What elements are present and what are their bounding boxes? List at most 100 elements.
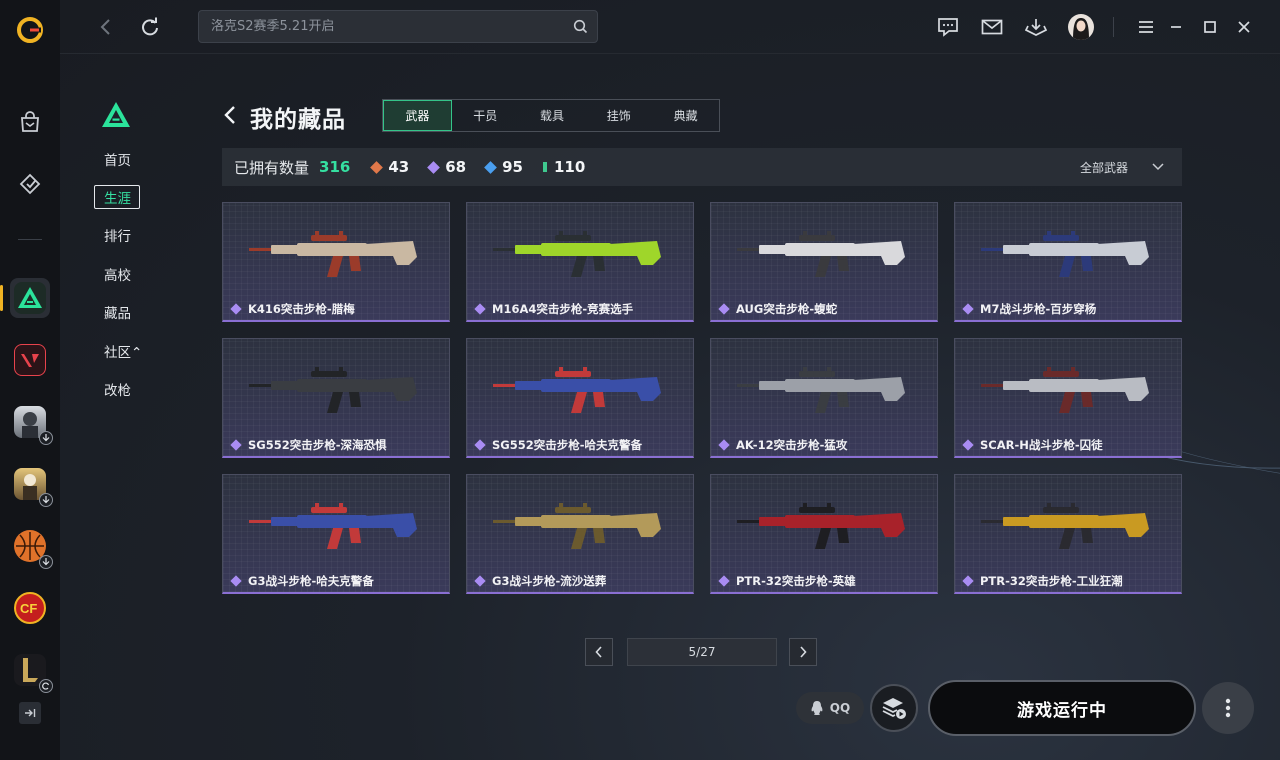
weapon-card[interactable]: SG552突击步枪-哈夫克警备 bbox=[466, 338, 694, 458]
owned-count-label: 已拥有数量 bbox=[234, 158, 310, 177]
update-icon bbox=[39, 679, 53, 693]
weapon-label: AUG突击步枪-蝮蛇 bbox=[736, 302, 838, 316]
tab-weapons[interactable]: 武器 bbox=[383, 100, 452, 131]
weapon-card[interactable]: G3战斗步枪-哈夫克警备 bbox=[222, 474, 450, 594]
launch-game-button[interactable]: 游戏运行中 bbox=[928, 680, 1196, 736]
weapon-image bbox=[737, 503, 905, 549]
collapse-rail-icon[interactable] bbox=[19, 702, 41, 724]
search-input[interactable] bbox=[211, 19, 563, 34]
page-indicator: 5/27 bbox=[627, 638, 777, 666]
library-button[interactable] bbox=[870, 684, 918, 732]
filter-selected-value: 全部武器 bbox=[1079, 160, 1128, 175]
weapon-name: SG552突击步枪-哈夫克警备 bbox=[473, 437, 642, 453]
weapon-filter-dropdown[interactable]: 全部武器 bbox=[1080, 148, 1164, 186]
mail-icon[interactable] bbox=[980, 15, 1004, 39]
weapon-name: PTR-32突击步枪-英雄 bbox=[717, 573, 856, 589]
weapon-name: M7战斗步枪-百步穿杨 bbox=[961, 301, 1096, 317]
rarity-gem-icon bbox=[230, 303, 242, 315]
weapon-card[interactable]: M7战斗步枪-百步穿杨 bbox=[954, 202, 1182, 322]
back-icon[interactable] bbox=[94, 15, 118, 39]
game-crossfire-icon[interactable]: CF bbox=[10, 588, 50, 628]
weapon-label: M16A4突击步枪-竞赛选手 bbox=[492, 302, 634, 316]
qq-login-button[interactable]: QQ bbox=[796, 692, 864, 724]
weapon-image bbox=[493, 367, 661, 413]
chat-icon[interactable] bbox=[936, 15, 960, 39]
tier-count: 68 bbox=[445, 158, 467, 176]
rarity-gem-icon bbox=[962, 439, 974, 451]
maximize-icon[interactable] bbox=[1198, 15, 1222, 39]
chevron-right-icon bbox=[800, 646, 807, 658]
game-league-of-legends-icon[interactable] bbox=[10, 650, 53, 693]
subnav-item-ranking[interactable]: 排行 bbox=[90, 223, 144, 247]
sub-nav: 首页 生涯 排行 高校 藏品 社区⌃ 改枪 bbox=[60, 54, 210, 760]
weapon-grid: K416突击步枪-腊梅 M16A4突击步枪-竞赛选手 AUG突击步枪-蝮蛇 M7战斗步… bbox=[222, 202, 1182, 594]
discover-icon[interactable] bbox=[10, 164, 50, 204]
tab-vehicles[interactable]: 载具 bbox=[519, 100, 586, 131]
subnav-item-collection[interactable]: 藏品 bbox=[90, 300, 144, 324]
weapon-image bbox=[249, 231, 417, 277]
prev-page-button[interactable] bbox=[585, 638, 613, 666]
weapon-name: G3战斗步枪-流沙送葬 bbox=[473, 573, 606, 589]
weapon-label: G3战斗步枪-流沙送葬 bbox=[492, 574, 607, 588]
weapon-label: SG552突击步枪-哈夫克警备 bbox=[492, 438, 642, 452]
weapon-card[interactable]: SCAR-H战斗步枪-囚徒 bbox=[954, 338, 1182, 458]
rail-divider bbox=[18, 239, 42, 240]
game-basketball-icon[interactable] bbox=[10, 526, 53, 569]
weapon-name: G3战斗步枪-哈夫克警备 bbox=[229, 573, 374, 589]
weapon-image bbox=[249, 503, 417, 549]
rarity-gem-icon bbox=[962, 575, 974, 587]
weapon-image bbox=[493, 503, 661, 549]
search-icon[interactable] bbox=[563, 19, 597, 34]
game-pubg-mobile-icon[interactable] bbox=[10, 402, 53, 445]
weapon-card[interactable]: PTR-32突击步枪-工业狂潮 bbox=[954, 474, 1182, 594]
weapon-card[interactable]: AUG突击步枪-蝮蛇 bbox=[710, 202, 938, 322]
tab-operators[interactable]: 干员 bbox=[452, 100, 519, 131]
subnav-item-gunsmith[interactable]: 改枪 bbox=[90, 377, 144, 401]
minimize-icon[interactable] bbox=[1164, 15, 1188, 39]
weapon-label: SG552突击步枪-深海恐惧 bbox=[248, 438, 387, 452]
game-rail: CF bbox=[0, 0, 60, 760]
tier-count: 43 bbox=[388, 158, 410, 176]
game-delta-force-icon[interactable] bbox=[10, 278, 50, 318]
more-options-button[interactable] bbox=[1202, 682, 1254, 734]
weapon-card[interactable]: M16A4突击步枪-竞赛选手 bbox=[466, 202, 694, 322]
tab-charms[interactable]: 挂饰 bbox=[585, 100, 652, 131]
weapon-label: G3战斗步枪-哈夫克警备 bbox=[248, 574, 374, 588]
weapon-name: AUG突击步枪-蝮蛇 bbox=[717, 301, 837, 317]
more-vertical-icon bbox=[1225, 698, 1231, 718]
weapon-label: PTR-32突击步枪-英雄 bbox=[736, 574, 856, 588]
app-logo-icon[interactable] bbox=[10, 10, 50, 50]
avatar[interactable] bbox=[1068, 14, 1094, 40]
stack-play-icon bbox=[882, 698, 906, 719]
weapon-card[interactable]: AK-12突击步枪-猛攻 bbox=[710, 338, 938, 458]
download-icon bbox=[39, 493, 53, 507]
download-icon bbox=[39, 431, 53, 445]
close-icon[interactable] bbox=[1232, 15, 1256, 39]
page-back-icon[interactable] bbox=[222, 104, 242, 128]
tab-collectibles[interactable]: 典藏 bbox=[652, 100, 719, 131]
search-box[interactable] bbox=[198, 10, 598, 43]
weapon-card[interactable]: PTR-32突击步枪-英雄 bbox=[710, 474, 938, 594]
rarity-gem-icon bbox=[230, 439, 242, 451]
refresh-icon[interactable] bbox=[138, 15, 162, 39]
weapon-image bbox=[981, 231, 1149, 277]
game-valorant-icon[interactable] bbox=[10, 340, 50, 380]
weapon-image bbox=[737, 367, 905, 413]
subnav-item-career[interactable]: 生涯 bbox=[94, 185, 140, 209]
weapon-card[interactable]: G3战斗步枪-流沙送葬 bbox=[466, 474, 694, 594]
weapon-name: M16A4突击步枪-竞赛选手 bbox=[473, 301, 633, 317]
rarity-gem-icon bbox=[474, 303, 486, 315]
menu-icon[interactable] bbox=[1134, 15, 1158, 39]
subnav-item-college[interactable]: 高校 bbox=[90, 262, 144, 286]
next-page-button[interactable] bbox=[789, 638, 817, 666]
rarity-gem-icon bbox=[474, 575, 486, 587]
weapon-card[interactable]: SG552突击步枪-深海恐惧 bbox=[222, 338, 450, 458]
game-pubg-icon[interactable] bbox=[10, 464, 53, 507]
subnav-item-community[interactable]: 社区⌃ bbox=[90, 339, 144, 363]
weapon-name: SCAR-H战斗步枪-囚徒 bbox=[961, 437, 1103, 453]
tier-count: 110 bbox=[553, 158, 586, 176]
download-manager-icon[interactable] bbox=[1024, 15, 1048, 39]
subnav-item-home[interactable]: 首页 bbox=[90, 147, 144, 171]
store-icon[interactable] bbox=[10, 102, 50, 142]
weapon-card[interactable]: K416突击步枪-腊梅 bbox=[222, 202, 450, 322]
